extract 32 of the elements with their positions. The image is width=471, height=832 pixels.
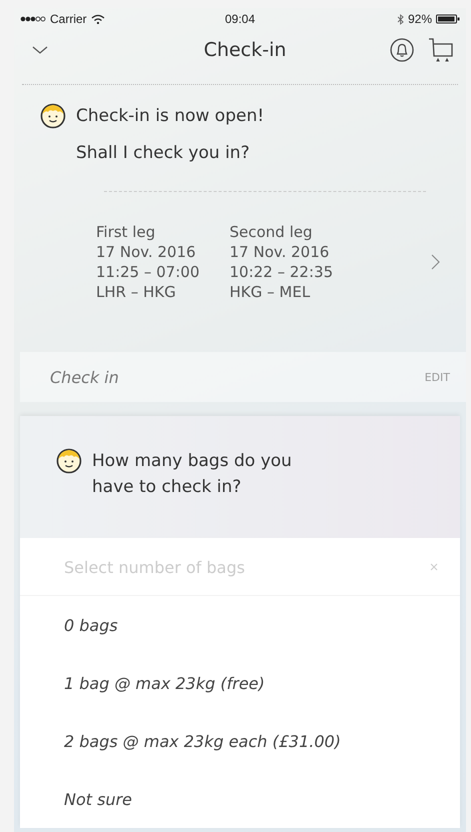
bag-option[interactable]: Not sure: [20, 770, 460, 828]
leg-date: 17 Nov. 2016: [96, 242, 197, 262]
leg-times: 11:25 – 07:00: [96, 262, 200, 282]
smiley-avatar-icon: [40, 103, 66, 129]
status-time: 09:04: [224, 12, 256, 26]
battery-icon: [436, 14, 460, 24]
leg-label: First leg: [96, 222, 156, 242]
chevron-down-icon[interactable]: [32, 45, 48, 55]
flight-legs[interactable]: First leg 17 Nov. 2016 11:25 – 07:00 LHR – HKG Second leg 17 Nov. 2016 10:22 – 22:35 HKG – MEL: [14, 204, 466, 302]
smiley-avatar-icon: [56, 448, 82, 474]
leg-label: Second leg: [230, 222, 314, 242]
bag-option[interactable]: 0 bags: [20, 596, 460, 654]
carrier-name: Carrier: [50, 12, 87, 26]
leg-route: HKG – MEL: [230, 282, 312, 302]
leg-date: 17 Nov. 2016: [230, 242, 330, 262]
bluetooth-icon: [396, 14, 404, 24]
bag-option[interactable]: 2 bags @ max 23kg each (£31.00): [20, 712, 460, 770]
signal-icon: [20, 15, 46, 23]
bag-option[interactable]: 1 bag @ max 23kg (free): [20, 654, 460, 712]
check-in-label: Check in: [50, 368, 119, 386]
bell-icon[interactable]: [390, 38, 414, 62]
chevron-right-icon[interactable]: [431, 254, 440, 270]
screen-title: Check-in: [202, 39, 288, 61]
wifi-icon: [90, 14, 105, 24]
leg-route: LHR – HKG: [96, 282, 177, 302]
leg-times: 10:22 – 22:35: [230, 262, 333, 282]
chat-message: Check-in is now open!: [76, 106, 264, 126]
question-text: How many bags do you have to check in?: [92, 450, 293, 499]
chat-message: Shall I check you in?: [76, 143, 250, 163]
battery-percent: 92%: [408, 12, 432, 26]
cart-icon[interactable]: [428, 37, 454, 63]
check-in-row[interactable]: Check in EDIT: [20, 352, 466, 402]
